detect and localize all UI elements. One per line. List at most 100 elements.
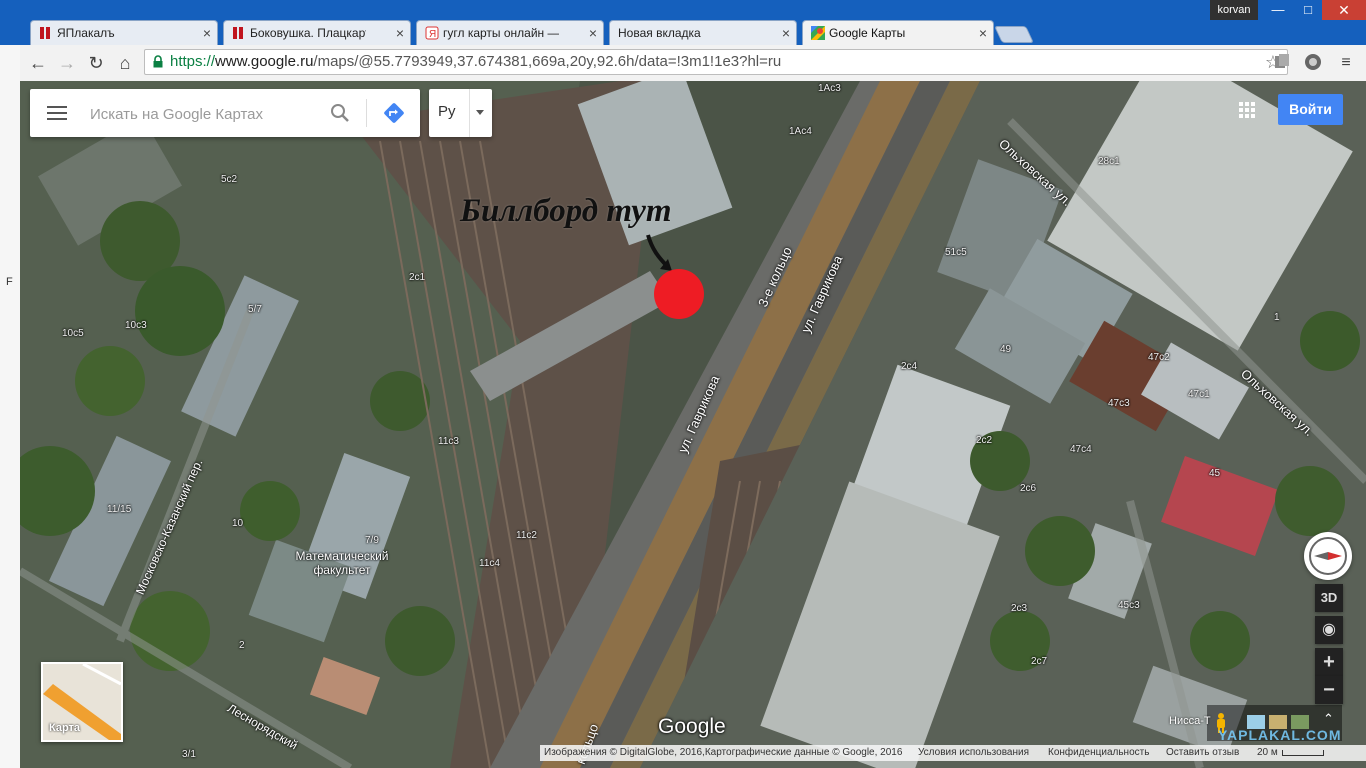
zoom-in-button[interactable]: +: [1315, 648, 1343, 676]
browser-user-badge[interactable]: korvan: [1210, 0, 1258, 20]
tab-close-icon[interactable]: ×: [396, 21, 404, 45]
building-number: 2c6: [1020, 483, 1037, 494]
svg-text:Я: Я: [429, 29, 436, 40]
tab-close-icon[interactable]: ×: [589, 21, 597, 45]
building-number: 11/15: [107, 504, 132, 515]
building-number: 28c1: [1098, 156, 1120, 167]
search-divider: [366, 99, 367, 127]
building-number: 11c4: [479, 558, 500, 569]
building-number: 47c2: [1148, 352, 1170, 363]
map-footer: Изображения © DigitalGlobe, 2016,Картогр…: [540, 745, 1366, 761]
building-number: 47c4: [1070, 444, 1092, 455]
chevron-down-icon[interactable]: [476, 110, 484, 115]
tab-title: Новая вкладка: [618, 26, 701, 40]
scale-label[interactable]: 20 м: [1257, 745, 1278, 761]
url-path: /maps/@55.7793949,37.674381,669a,20y,92.…: [313, 53, 782, 70]
scale-bar: [1282, 750, 1324, 756]
language-selector[interactable]: Ру: [429, 89, 492, 137]
watermark: YAPLAKAL.COM: [1218, 727, 1342, 743]
google-maps-favicon-icon: [811, 26, 825, 40]
language-separator: [469, 89, 470, 137]
directions-icon[interactable]: [383, 102, 405, 124]
building-number: 47c3: [1108, 398, 1130, 409]
tab-title: Боковушка. Плацкартный: [250, 26, 366, 40]
building-number: 10c3: [125, 320, 147, 331]
building-number: 1Ac4: [789, 126, 812, 137]
privacy-link[interactable]: Конфиденциальность: [1048, 745, 1149, 761]
extension-globe-icon[interactable]: [1304, 53, 1322, 71]
building-number: 2c7: [1031, 656, 1048, 667]
yaplakal-favicon-icon: [233, 27, 243, 39]
terms-link[interactable]: Условия использования: [918, 745, 1029, 761]
map-type-switcher[interactable]: Карта: [41, 662, 123, 742]
building-number: 47c1: [1188, 389, 1210, 400]
tab-title: Google Карты: [829, 26, 906, 40]
feedback-link[interactable]: Оставить отзыв: [1166, 745, 1239, 761]
building-number: 2c4: [901, 361, 918, 372]
building-number: 10c5: [62, 328, 84, 339]
place-label: Нисса-Т: [1169, 715, 1211, 727]
imagery-credits: Изображения © DigitalGlobe, 2016,Картогр…: [544, 747, 903, 758]
address-bar[interactable]: https://www.google.ru/maps/@55.7793949,3…: [144, 49, 1288, 75]
poi-math-faculty[interactable]: Математический факультет: [286, 549, 398, 577]
maps-search-box: [30, 89, 420, 137]
back-arrow-icon[interactable]: ←: [26, 51, 50, 75]
tab-yaplakal[interactable]: ЯПлакалъ ×: [30, 20, 218, 45]
window-close-button[interactable]: ✕: [1322, 0, 1366, 20]
browser-menu-icon[interactable]: ≡: [1334, 51, 1358, 75]
tab-google-maps[interactable]: Google Карты ×: [802, 20, 994, 45]
reload-icon[interactable]: ↻: [84, 51, 108, 75]
tab-title: ЯПлакалъ: [57, 26, 115, 40]
search-input[interactable]: [88, 99, 324, 129]
tab-close-icon[interactable]: ×: [203, 21, 211, 45]
search-icon[interactable]: [330, 103, 350, 123]
yaplakal-favicon-icon: [40, 27, 50, 39]
minimize-icon[interactable]: —: [1264, 0, 1292, 20]
building-number: 3/1: [182, 749, 196, 760]
hamburger-menu-icon[interactable]: [47, 106, 67, 120]
building-number: 2c3: [1011, 603, 1028, 614]
lock-icon: [153, 55, 163, 68]
tab-bokovushka[interactable]: Боковушка. Плацкартный ×: [223, 20, 411, 45]
building-number: 5/7: [248, 304, 262, 315]
left-window-strip: F: [0, 45, 20, 768]
url-host: www.google.ru: [215, 53, 314, 70]
tab-yandex-search[interactable]: Я гугл карты онлайн — Янд ×: [416, 20, 604, 45]
building-number: 1Ac3: [818, 83, 841, 94]
url-text: https://www.google.ru/maps/@55.7793949,3…: [170, 50, 781, 74]
building-number: 51c5: [945, 247, 967, 258]
billboard-annotation: Биллборд тут: [460, 193, 672, 229]
apps-grid-icon[interactable]: [1239, 102, 1255, 118]
tab-close-icon[interactable]: ×: [782, 21, 790, 45]
building-number: 1: [1274, 312, 1280, 323]
maximize-icon[interactable]: □: [1294, 0, 1322, 20]
google-logo: Google: [658, 715, 726, 738]
building-number: 49: [1000, 344, 1012, 355]
language-label: Ру: [438, 103, 456, 120]
forward-arrow-icon[interactable]: →: [55, 51, 79, 75]
building-number: 11c2: [516, 530, 537, 541]
signin-button[interactable]: Войти: [1278, 94, 1343, 125]
tab-title: гугл карты онлайн — Янд: [443, 26, 559, 40]
billboard-marker: [654, 269, 704, 319]
building-number: 2: [239, 640, 245, 651]
home-icon[interactable]: ⌂: [113, 51, 137, 75]
tab-close-icon[interactable]: ×: [979, 21, 987, 45]
minimap-label: Карта: [49, 722, 81, 734]
3d-toggle-button[interactable]: 3D: [1315, 584, 1343, 612]
building-number: 10: [232, 518, 244, 529]
browser-toolbar: ← → ↻ ⌂ https://www.google.ru/maps/@55.7…: [20, 45, 1366, 82]
building-number: 45c3: [1118, 600, 1140, 611]
my-location-icon[interactable]: ◉: [1315, 616, 1343, 644]
satellite-map[interactable]: 1Ac3 1Ac4 5c2 28c1 51c5 2c1 10c5 10c3 5/…: [20, 81, 1366, 768]
building-number: 2c1: [409, 272, 426, 283]
tab-new-tab[interactable]: Новая вкладка ×: [609, 20, 797, 45]
zoom-out-button[interactable]: −: [1315, 676, 1343, 704]
building-number: 2c2: [976, 435, 993, 446]
chevron-up-icon[interactable]: ⌃: [1323, 711, 1334, 727]
compass-icon[interactable]: [1304, 532, 1352, 580]
left-edge-char: F: [6, 276, 13, 288]
building-number: 11c3: [438, 436, 459, 447]
building-number: 7/9: [365, 535, 379, 546]
extension-icon[interactable]: [1273, 53, 1291, 71]
